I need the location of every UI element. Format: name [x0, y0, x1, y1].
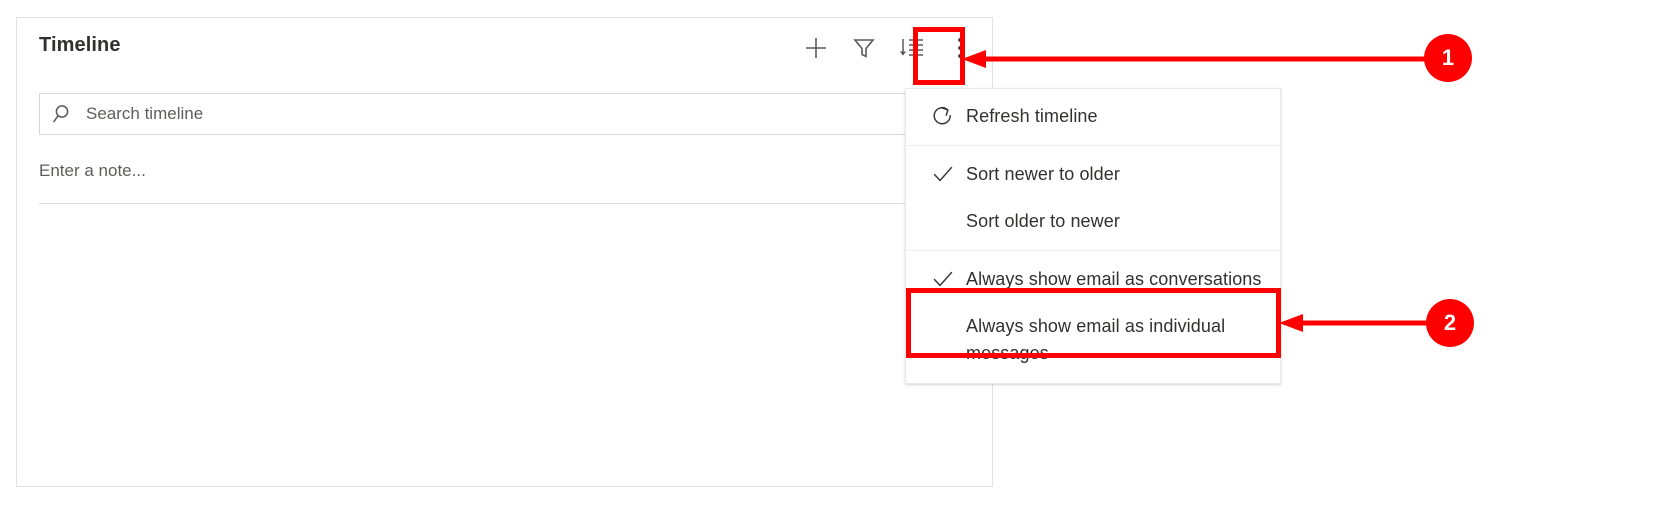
menu-item-refresh-timeline[interactable]: Refresh timeline	[906, 93, 1280, 140]
menu-separator	[906, 145, 1280, 146]
annotation-badge-number: 2	[1443, 310, 1457, 335]
menu-item-sort-older-to-newer[interactable]: Sort older to newer	[906, 198, 1280, 245]
menu-icon-placeholder	[920, 313, 966, 314]
add-icon	[803, 35, 829, 61]
note-placeholder: Enter a note...	[39, 161, 146, 180]
search-timeline-field[interactable]	[39, 93, 971, 135]
checkmark-icon	[920, 161, 966, 186]
menu-item-label: Refresh timeline	[966, 106, 1098, 126]
timeline-options-menu: Refresh timeline Sort newer to older Sor…	[905, 88, 1281, 384]
search-input[interactable]	[86, 94, 970, 134]
timeline-header: Timeline	[17, 18, 992, 76]
menu-item-label: Sort newer to older	[966, 164, 1120, 184]
filter-icon	[851, 35, 877, 61]
annotation-arrow-2	[1279, 314, 1430, 332]
menu-icon-placeholder	[920, 208, 966, 209]
refresh-icon	[920, 103, 966, 128]
menu-item-label: Always show email as individual messages	[966, 316, 1226, 363]
menu-item-always-show-email-as-individual-messages[interactable]: Always show email as individual messages	[906, 303, 1280, 377]
timeline-toolbar	[792, 28, 984, 68]
more-commands-button[interactable]	[936, 28, 984, 68]
menu-item-sort-newer-to-older[interactable]: Sort newer to older	[906, 151, 1280, 198]
annotation-badge-2: 2	[1426, 299, 1474, 347]
filter-button[interactable]	[840, 28, 888, 68]
checkmark-icon	[920, 266, 966, 291]
search-icon	[40, 103, 86, 125]
menu-item-always-show-email-as-conversations[interactable]: Always show email as conversations	[906, 256, 1280, 303]
menu-item-label: Always show email as conversations	[966, 269, 1262, 289]
menu-item-label: Sort older to newer	[966, 211, 1120, 231]
add-button[interactable]	[792, 28, 840, 68]
sort-descending-icon	[898, 35, 926, 61]
annotation-badge-number: 1	[1441, 45, 1455, 70]
annotation-badge-1: 1	[1424, 34, 1472, 82]
menu-separator	[906, 250, 1280, 251]
sort-button[interactable]	[888, 28, 936, 68]
annotation-arrow-1	[962, 50, 1428, 68]
screenshot-root: Timeline Search timeline Enter a note...…	[0, 0, 1655, 505]
page-title: Timeline	[39, 34, 121, 56]
note-entry-row[interactable]: Enter a note...	[39, 158, 971, 204]
more-commands-icon	[956, 35, 964, 61]
timeline-panel: Timeline Search timeline Enter a note...	[16, 17, 993, 487]
